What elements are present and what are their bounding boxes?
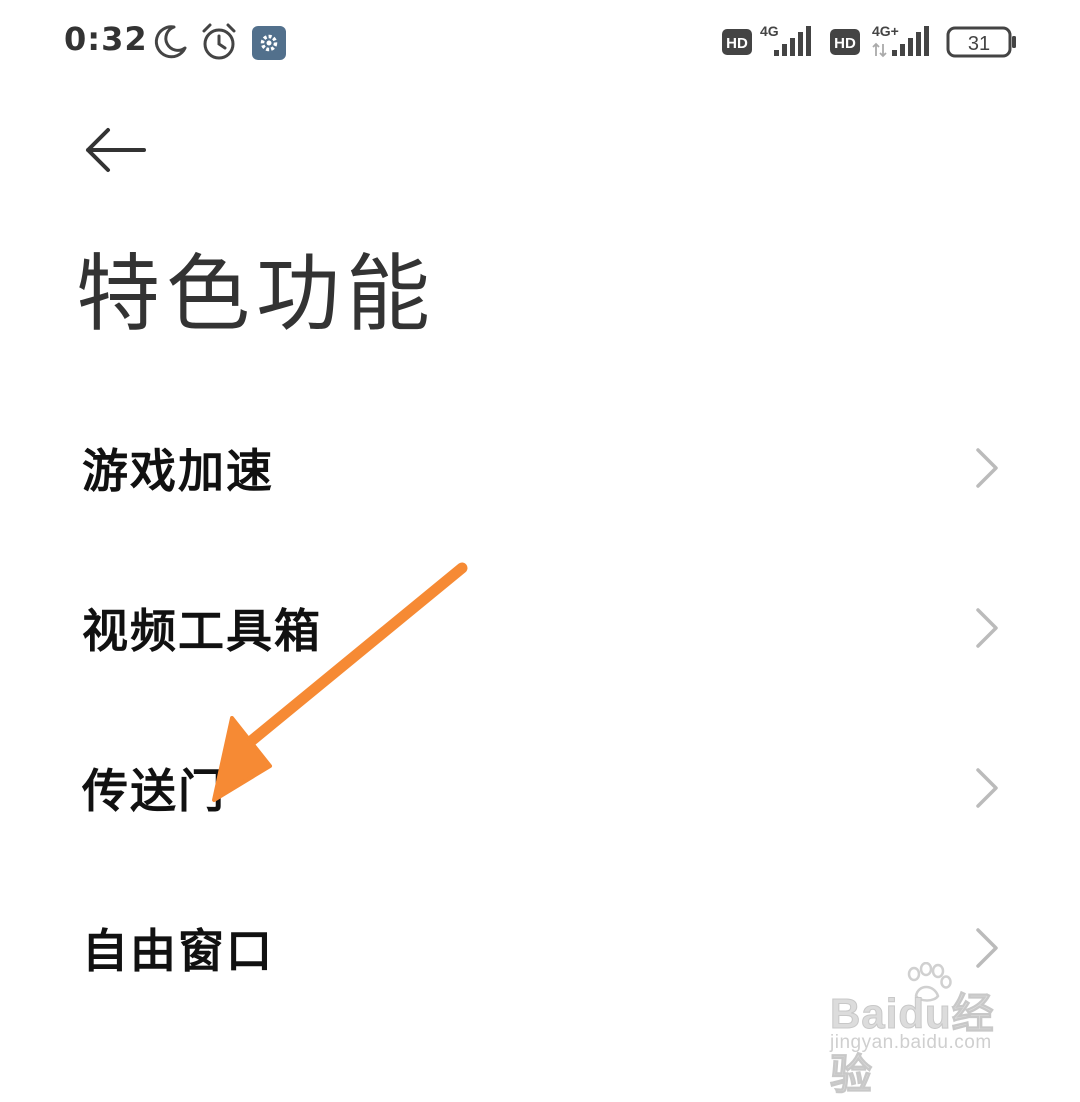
chevron-right-icon [976, 608, 998, 648]
hd-label: HD [834, 35, 856, 52]
battery-level: 31 [968, 33, 990, 55]
list-item-game-boost[interactable]: 游戏加速 [0, 388, 1080, 548]
network-type-1: 4G [760, 23, 779, 39]
status-bar: 0:32 HD 4G HD 4G+ 31 [0, 0, 1080, 90]
list-item-label: 视频工具箱 [82, 604, 322, 658]
watermark-url: jingyan.baidu.com [830, 1032, 992, 1053]
moon-icon [154, 25, 187, 59]
signal-4g-icon: 4G [760, 23, 811, 56]
alarm-icon [202, 23, 236, 60]
hd-icon: HD [830, 29, 860, 55]
battery-icon: 31 [946, 26, 1016, 58]
list-item-label: 游戏加速 [82, 444, 274, 498]
arrow-left-icon [86, 128, 146, 172]
list-item-label: 自由窗口 [82, 924, 274, 978]
back-button[interactable] [78, 118, 158, 182]
watermark: Baidu经验 jingyan.baidu.com [826, 962, 1026, 1099]
feature-list: 游戏加速 视频工具箱 传送门 自由窗口 [0, 388, 1080, 1028]
settings-notification-icon [252, 26, 286, 60]
status-time: 0:32 [64, 20, 148, 58]
chevron-right-icon [976, 448, 998, 488]
list-item-label: 传送门 [82, 764, 226, 818]
hd-icon: HD [722, 29, 752, 55]
list-item-portal[interactable]: 传送门 [0, 708, 1080, 868]
hd-label: HD [726, 35, 748, 52]
signal-4g-plus-icon: 4G+ [872, 23, 929, 58]
list-item-video-toolbox[interactable]: 视频工具箱 [0, 548, 1080, 708]
chevron-right-icon [976, 768, 998, 808]
page-title: 特色功能 [76, 245, 437, 343]
network-type-2: 4G+ [872, 23, 899, 39]
